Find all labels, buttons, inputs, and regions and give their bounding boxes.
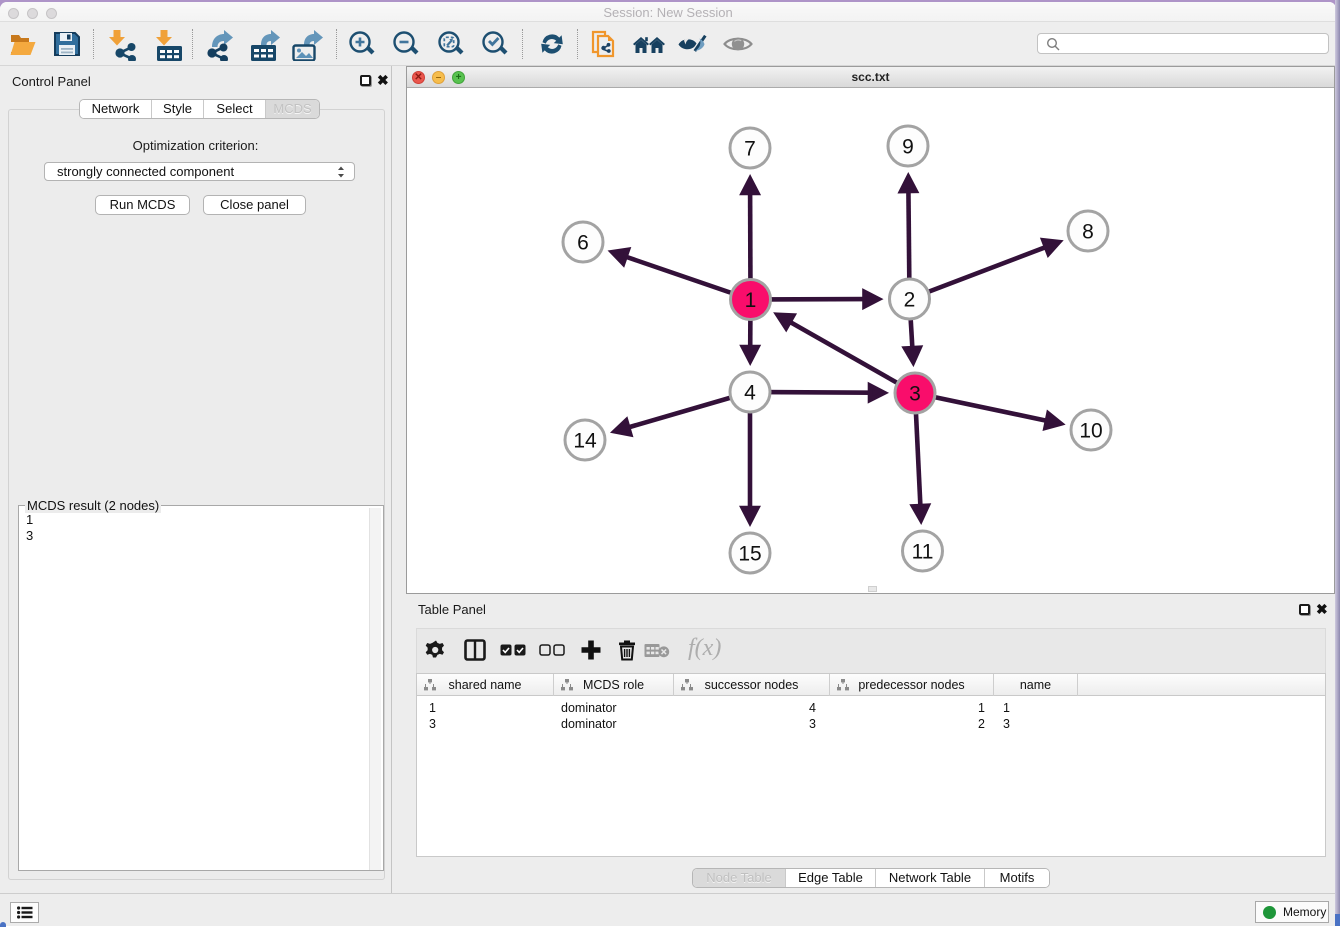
svg-text:3: 3 — [909, 383, 921, 406]
svg-text:9: 9 — [902, 136, 914, 159]
svg-text:15: 15 — [738, 543, 761, 566]
svg-text:8: 8 — [1082, 221, 1094, 244]
svg-text:11: 11 — [912, 541, 934, 564]
svg-text:14: 14 — [573, 430, 597, 453]
svg-text:4: 4 — [744, 382, 756, 405]
svg-text:2: 2 — [904, 289, 916, 312]
svg-text:6: 6 — [577, 232, 589, 255]
svg-text:1: 1 — [745, 289, 757, 312]
svg-text:10: 10 — [1079, 420, 1102, 443]
svg-text:7: 7 — [744, 138, 756, 161]
